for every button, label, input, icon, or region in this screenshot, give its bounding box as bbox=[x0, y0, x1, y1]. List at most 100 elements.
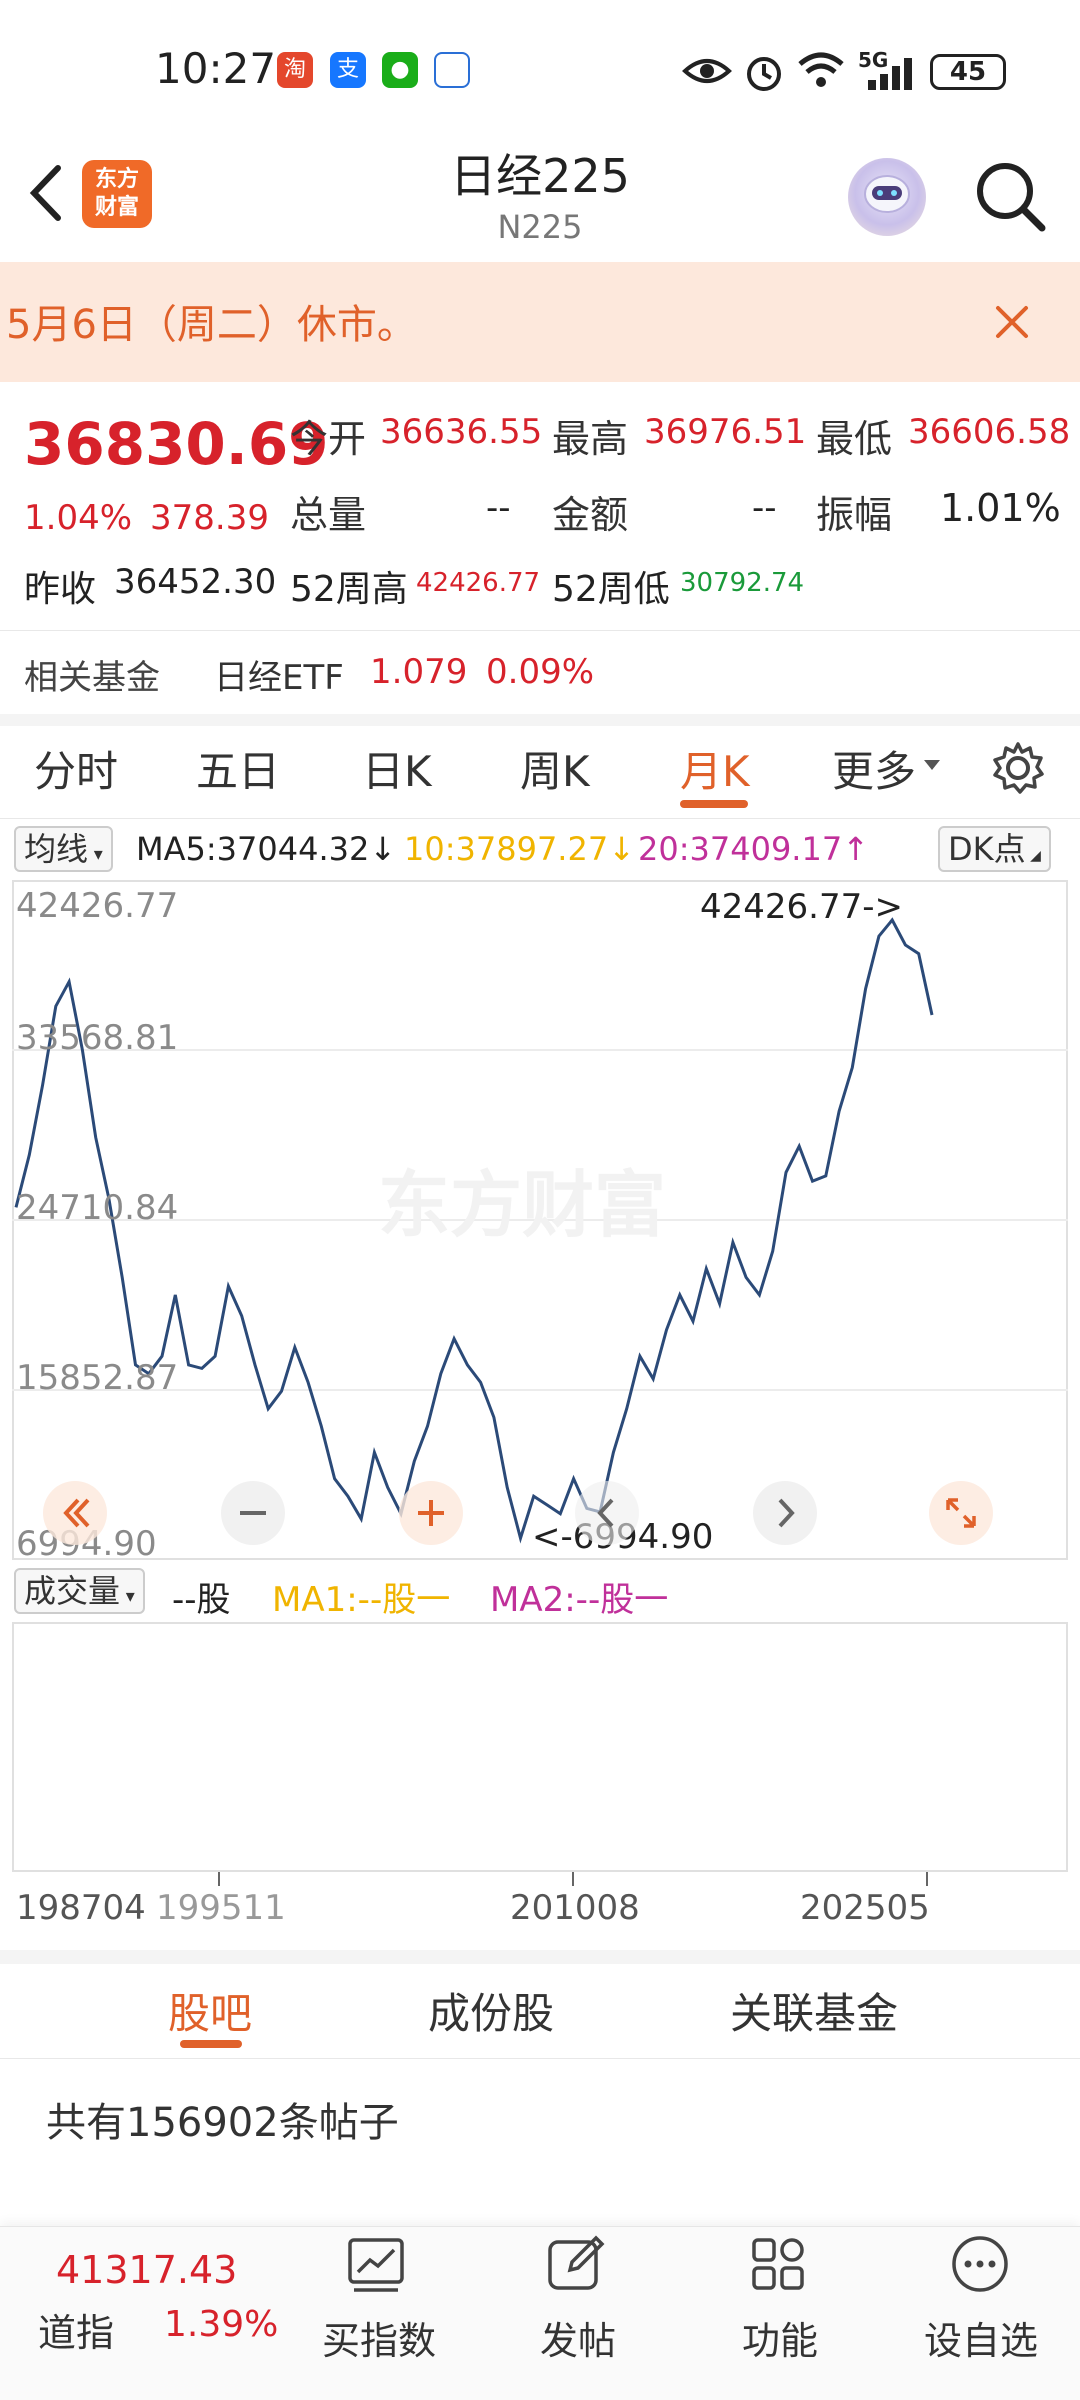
tab-monthly-k[interactable]: 月K bbox=[680, 738, 750, 799]
active-tab-indicator bbox=[180, 2040, 242, 2048]
section-gap bbox=[0, 714, 1080, 726]
ma10-value: 10:37897.27↓ bbox=[404, 830, 635, 868]
ma5-value: MA5:37044.32↓ bbox=[136, 830, 397, 868]
previous-icon[interactable] bbox=[574, 1480, 640, 1546]
max-price-label: 42426.77-> bbox=[700, 887, 903, 927]
volume-ma1: MA1:--股一 bbox=[272, 1580, 451, 1620]
functions-grid-icon[interactable] bbox=[746, 2232, 810, 2296]
amplitude-label: 振幅 bbox=[816, 493, 893, 537]
section-gap bbox=[0, 1950, 1080, 1964]
y-tick-label: 24710.84 bbox=[16, 1188, 179, 1228]
dji-value[interactable]: 41317.43 bbox=[56, 2248, 237, 2292]
open-label: 今开 bbox=[290, 417, 367, 461]
tab-weekly-k[interactable]: 周K bbox=[520, 738, 590, 799]
change-amount: 378.39 bbox=[150, 498, 269, 538]
x-tick-mark bbox=[572, 1872, 574, 1886]
volume-value: -- bbox=[486, 488, 511, 528]
volume-label: 总量 bbox=[290, 493, 367, 537]
ma-selector-label: 均线 bbox=[24, 830, 89, 868]
ai-assistant-avatar[interactable] bbox=[848, 158, 926, 236]
related-fund-label: 相关基金 bbox=[24, 658, 160, 698]
amount-label: 金额 bbox=[552, 493, 629, 537]
eye-icon bbox=[682, 59, 732, 83]
active-tab-indicator bbox=[680, 800, 748, 808]
chart-trend-icon[interactable] bbox=[344, 2232, 408, 2296]
w52-low-value: 30792.74 bbox=[680, 568, 805, 598]
alarm-icon bbox=[747, 57, 781, 91]
x-tick-label: 202505 bbox=[800, 1888, 930, 1928]
next-icon[interactable] bbox=[752, 1480, 818, 1546]
volume-chart bbox=[12, 1622, 1068, 1872]
y-tick-label: 33568.81 bbox=[16, 1018, 179, 1058]
nav-add-watchlist[interactable]: 设自选 bbox=[924, 2310, 1038, 2365]
tab-constituents[interactable]: 成份股 bbox=[428, 1980, 554, 2041]
dji-change[interactable]: 1.39% bbox=[164, 2304, 278, 2345]
nav-buy-index[interactable]: 买指数 bbox=[322, 2310, 436, 2365]
x-tick-mark bbox=[926, 1872, 928, 1886]
divider bbox=[0, 630, 1080, 631]
alipay-app-icon: 支 bbox=[330, 52, 366, 88]
wechat-app-icon: ● bbox=[382, 52, 418, 88]
amplitude-value: 1.01% bbox=[940, 486, 1061, 530]
volume-selector[interactable]: 成交量 ▾ bbox=[14, 1568, 145, 1614]
signal-icon bbox=[868, 58, 912, 90]
notice-text: 5月6日（周二）休市。 bbox=[6, 302, 417, 348]
amount-value: -- bbox=[752, 488, 777, 528]
related-fund-change: 0.09% bbox=[486, 652, 595, 692]
low-label: 最低 bbox=[816, 417, 893, 461]
related-fund-name[interactable]: 日经ETF bbox=[214, 650, 344, 699]
w52-high-label: 52周高 bbox=[290, 569, 408, 610]
dk-point-label: DK点 bbox=[948, 830, 1026, 868]
low-value: 36606.58 bbox=[908, 412, 1071, 452]
change-percent: 1.04% bbox=[24, 498, 133, 538]
open-value: 36636.55 bbox=[380, 412, 543, 452]
tab-more[interactable]: 更多 bbox=[832, 738, 916, 799]
volume-selector-label: 成交量 bbox=[24, 1572, 121, 1610]
tab-daily-k[interactable]: 日K bbox=[362, 738, 432, 799]
prev-close-label: 昨收 bbox=[24, 569, 97, 610]
status-time: 10:27 bbox=[155, 44, 277, 93]
w52-low-label: 52周低 bbox=[552, 569, 670, 610]
more-dots-icon[interactable] bbox=[948, 2232, 1012, 2296]
dropdown-arrow-icon bbox=[924, 760, 940, 770]
tab-intraday[interactable]: 分时 bbox=[34, 738, 118, 799]
related-fund-price: 1.079 bbox=[370, 652, 468, 692]
y-tick-label: 42426.77 bbox=[16, 886, 179, 926]
divider bbox=[0, 818, 1080, 819]
robot-icon bbox=[864, 175, 910, 213]
close-icon[interactable] bbox=[990, 300, 1034, 344]
x-tick-label: 198704 bbox=[16, 1888, 146, 1928]
dji-label[interactable]: 道指 bbox=[38, 2302, 114, 2357]
scroll-left-icon[interactable] bbox=[42, 1480, 108, 1546]
volume-ma2: MA2:--股一 bbox=[490, 1580, 669, 1620]
dk-point-button[interactable]: DK点 ◢ bbox=[938, 826, 1051, 872]
high-label: 最高 bbox=[552, 417, 629, 461]
taobao-app-icon: 淘 bbox=[277, 52, 313, 88]
zoom-in-icon[interactable] bbox=[398, 1480, 464, 1546]
ma-selector[interactable]: 均线 ▾ bbox=[14, 826, 113, 872]
y-tick-label: 15852.87 bbox=[16, 1358, 179, 1398]
gear-icon[interactable] bbox=[990, 740, 1046, 796]
x-tick-label: 199511 bbox=[156, 1888, 286, 1928]
fullscreen-icon[interactable] bbox=[928, 1480, 994, 1546]
divider bbox=[0, 2058, 1080, 2059]
chart-watermark: 东方财富 bbox=[378, 1163, 666, 1247]
zoom-out-icon[interactable] bbox=[220, 1480, 286, 1546]
post-count: 共有156902条帖子 bbox=[46, 2100, 399, 2146]
edit-post-icon[interactable] bbox=[544, 2232, 608, 2296]
x-tick-label: 201008 bbox=[510, 1888, 640, 1928]
wifi-icon bbox=[798, 52, 844, 87]
prev-close-value: 36452.30 bbox=[114, 562, 277, 602]
high-value: 36976.51 bbox=[644, 412, 807, 452]
tab-related-funds[interactable]: 关联基金 bbox=[730, 1980, 898, 2041]
volume-unit: --股 bbox=[172, 1580, 231, 1620]
search-icon[interactable] bbox=[972, 158, 1048, 234]
tab-five-day[interactable]: 五日 bbox=[196, 738, 280, 799]
nav-functions[interactable]: 功能 bbox=[742, 2310, 818, 2365]
app-notification-icon bbox=[434, 52, 470, 88]
ma20-value: 20:37409.17↑ bbox=[638, 830, 869, 868]
battery-indicator: 45 bbox=[930, 54, 1006, 90]
nav-post[interactable]: 发帖 bbox=[540, 2310, 616, 2365]
tab-guba[interactable]: 股吧 bbox=[168, 1980, 252, 2041]
x-tick-mark bbox=[218, 1872, 220, 1886]
